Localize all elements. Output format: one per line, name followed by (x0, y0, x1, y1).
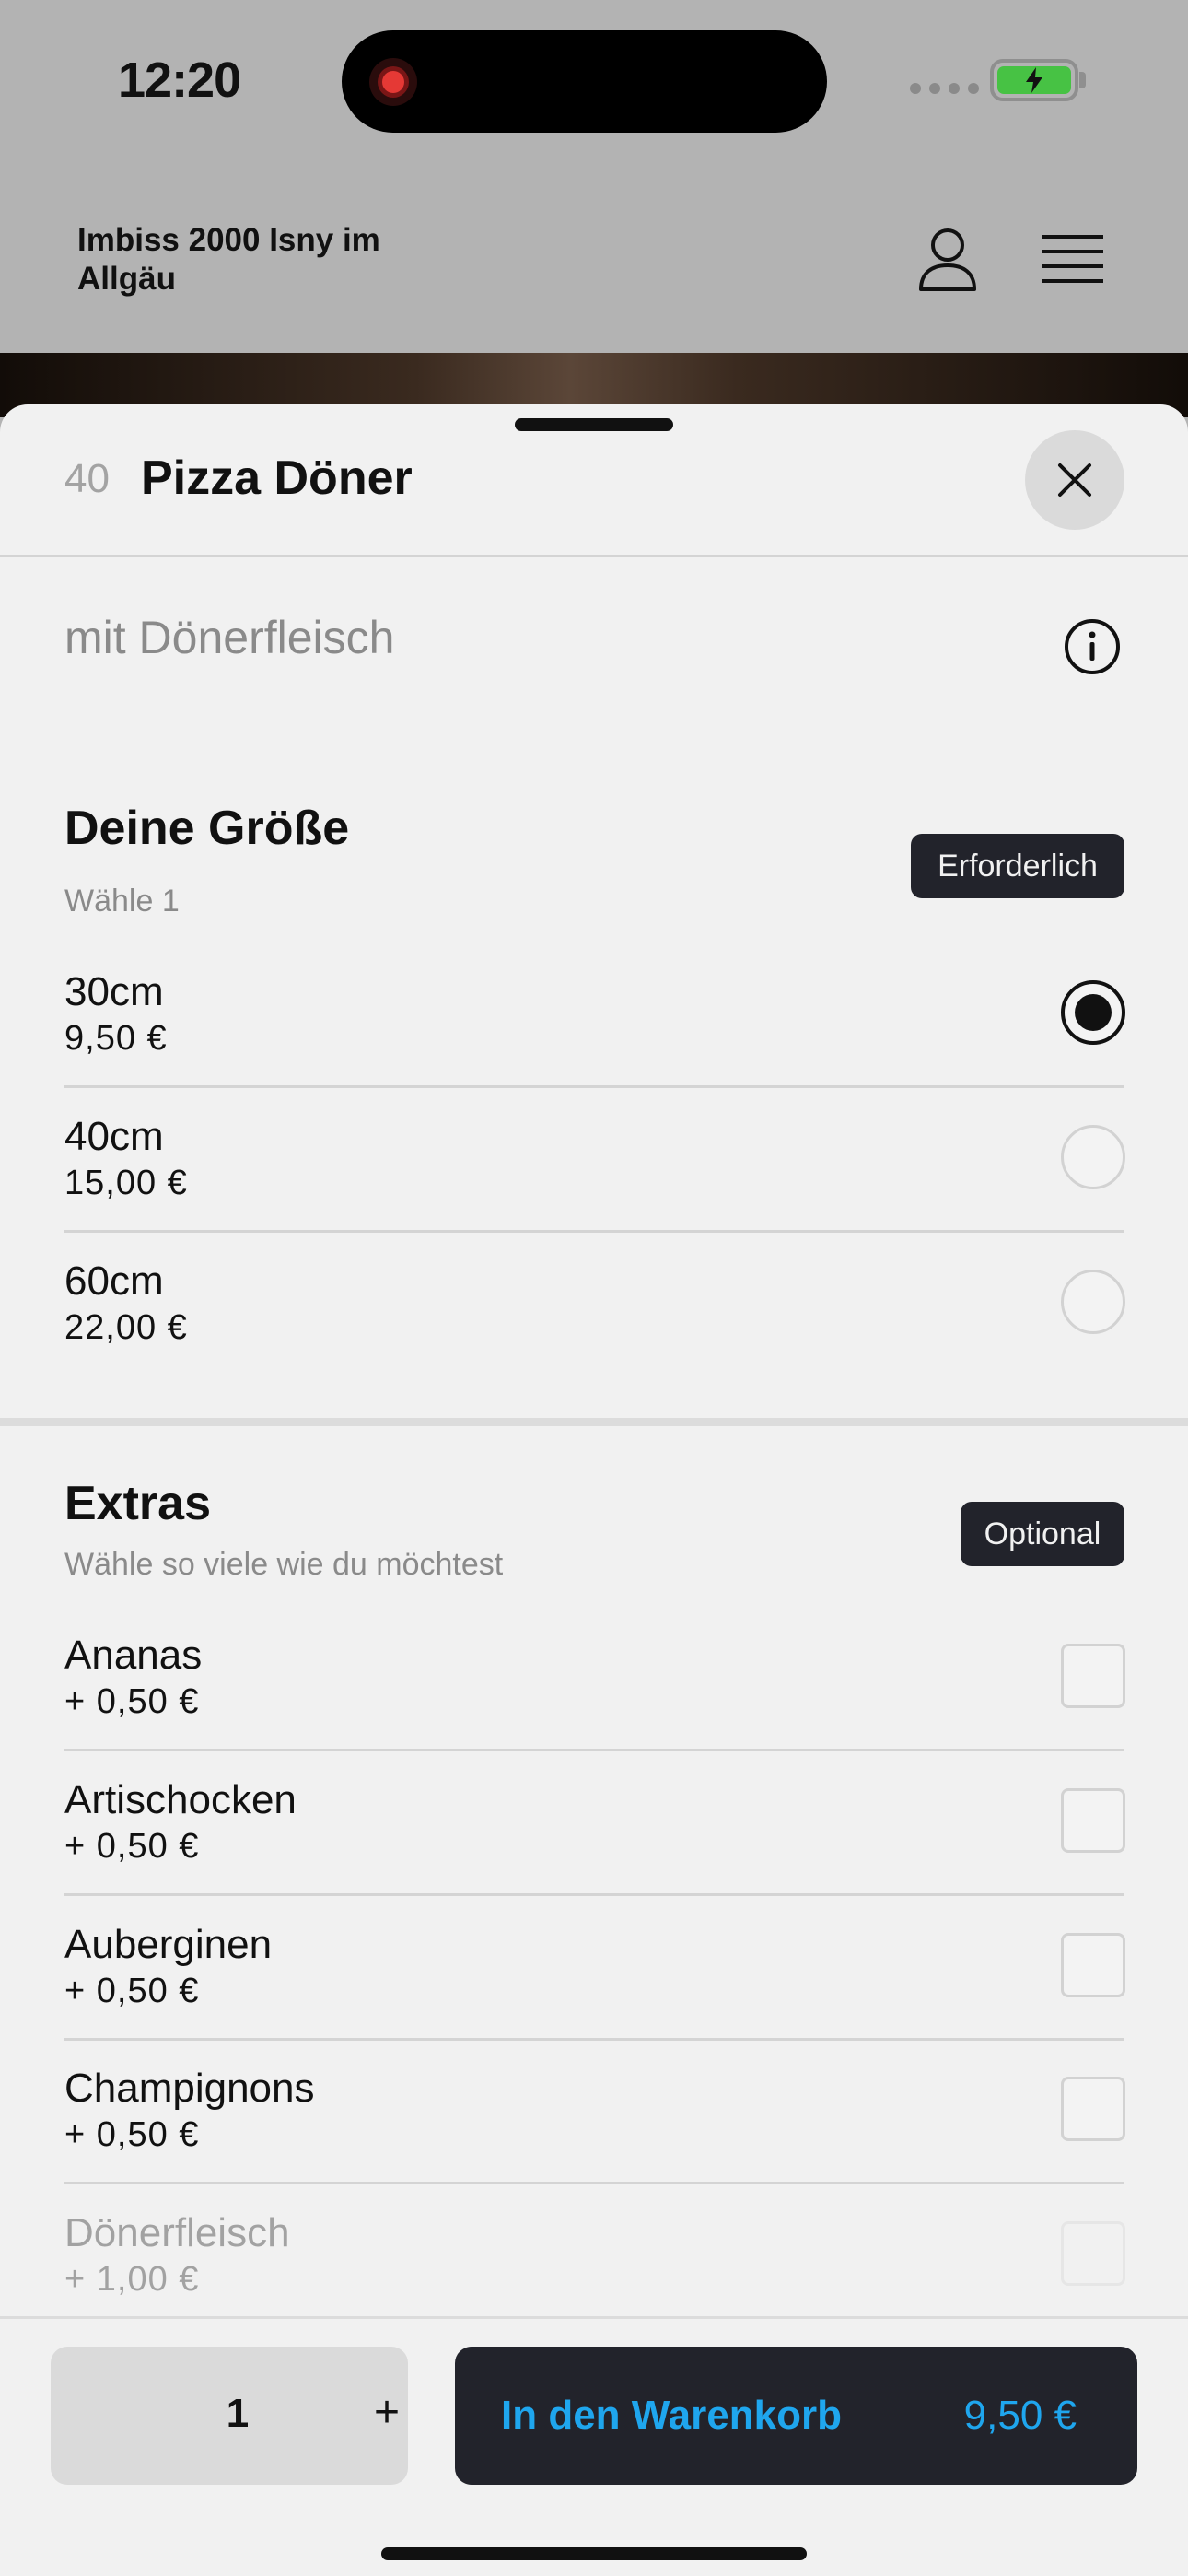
option-price: + 0,50 € (64, 1827, 200, 1866)
checkbox[interactable] (1061, 1788, 1125, 1853)
checkbox[interactable] (1061, 2221, 1125, 2286)
bottom-action-bar: 1 + In den Warenkorb 9,50 € (0, 2316, 1188, 2576)
checkbox[interactable] (1061, 2077, 1125, 2141)
user-account-icon[interactable] (917, 227, 978, 293)
extra-option-champignons[interactable]: Champignons + 0,50 € (64, 2040, 1125, 2184)
checkbox[interactable] (1061, 1933, 1125, 1997)
dynamic-island (342, 30, 827, 133)
hamburger-menu-icon[interactable] (1042, 233, 1103, 285)
sheet-grabber[interactable] (515, 418, 673, 431)
required-badge: Erforderlich (911, 834, 1124, 898)
item-number: 40 (64, 456, 110, 501)
header-divider (0, 555, 1188, 557)
size-section-subtitle: Wähle 1 (64, 884, 180, 919)
add-to-cart-label: In den Warenkorb (501, 2393, 842, 2438)
section-divider (0, 1418, 1188, 1426)
quantity-plus-button[interactable]: + (364, 2387, 410, 2438)
size-option-60cm[interactable]: 60cm 22,00 € (64, 1233, 1125, 1377)
shop-name: Imbiss 2000 Isny im Allgäu (77, 222, 380, 297)
quantity-stepper[interactable]: 1 + (51, 2347, 408, 2485)
close-icon (1058, 463, 1091, 497)
add-to-cart-price: 9,50 € (963, 2393, 1077, 2438)
option-price: + 0,50 € (64, 1682, 200, 1721)
battery-tip (1079, 72, 1086, 88)
status-time: 12:20 (118, 53, 241, 108)
radio-button-selected[interactable] (1061, 980, 1125, 1045)
option-price: + 1,00 € (64, 2260, 200, 2299)
close-button[interactable] (1025, 430, 1124, 530)
option-name: Auberginen (64, 1922, 273, 1967)
extra-option-auberginen[interactable]: Auberginen + 0,50 € (64, 1896, 1125, 2041)
item-description: mit Dönerfleisch (64, 612, 395, 663)
option-name: Champignons (64, 2066, 315, 2111)
cellular-signal-icon (910, 83, 979, 94)
app-header: Imbiss 2000 Isny im Allgäu (0, 166, 1188, 353)
quantity-value: 1 (226, 2391, 250, 2436)
extras-section-subtitle: Wähle so viele wie du möchtest (64, 1547, 504, 1582)
radio-button[interactable] (1061, 1270, 1125, 1334)
option-name: 60cm (64, 1259, 164, 1304)
option-price: 22,00 € (64, 1308, 188, 1347)
option-price: 15,00 € (64, 1164, 188, 1202)
info-icon[interactable] (1064, 618, 1121, 675)
option-name: Artischocken (64, 1777, 297, 1822)
option-name: 30cm (64, 969, 164, 1014)
item-title: Pizza Döner (141, 451, 413, 505)
option-price: + 0,50 € (64, 1972, 200, 2010)
option-price: 9,50 € (64, 1019, 168, 1058)
status-bar: 12:20 (0, 0, 1188, 166)
extra-option-artischocken[interactable]: Artischocken + 0,50 € (64, 1751, 1125, 1896)
option-name: Ananas (64, 1633, 203, 1678)
option-price: + 0,50 € (64, 2115, 200, 2154)
battery-icon (990, 59, 1078, 101)
optional-badge: Optional (961, 1502, 1124, 1566)
option-name: Dönerfleisch (64, 2210, 290, 2255)
extra-option-ananas[interactable]: Ananas + 0,50 € (64, 1607, 1125, 1751)
size-option-30cm[interactable]: 30cm 9,50 € (64, 943, 1125, 1088)
option-name: 40cm (64, 1114, 164, 1159)
extras-section-title: Extras (64, 1477, 211, 1530)
size-section-title: Deine Größe (64, 802, 350, 855)
add-to-cart-button[interactable]: In den Warenkorb 9,50 € (455, 2347, 1137, 2485)
size-option-40cm[interactable]: 40cm 15,00 € (64, 1088, 1125, 1233)
extra-option-doenerfleisch[interactable]: Dönerfleisch + 1,00 € (64, 2184, 1125, 2329)
radio-button[interactable] (1061, 1125, 1125, 1189)
charging-bolt-icon (1026, 67, 1042, 93)
home-indicator[interactable] (381, 2547, 807, 2560)
recording-icon (369, 58, 417, 106)
product-sheet: 40 Pizza Döner mit Dönerfleisch Deine Gr… (0, 404, 1188, 2576)
checkbox[interactable] (1061, 1644, 1125, 1708)
